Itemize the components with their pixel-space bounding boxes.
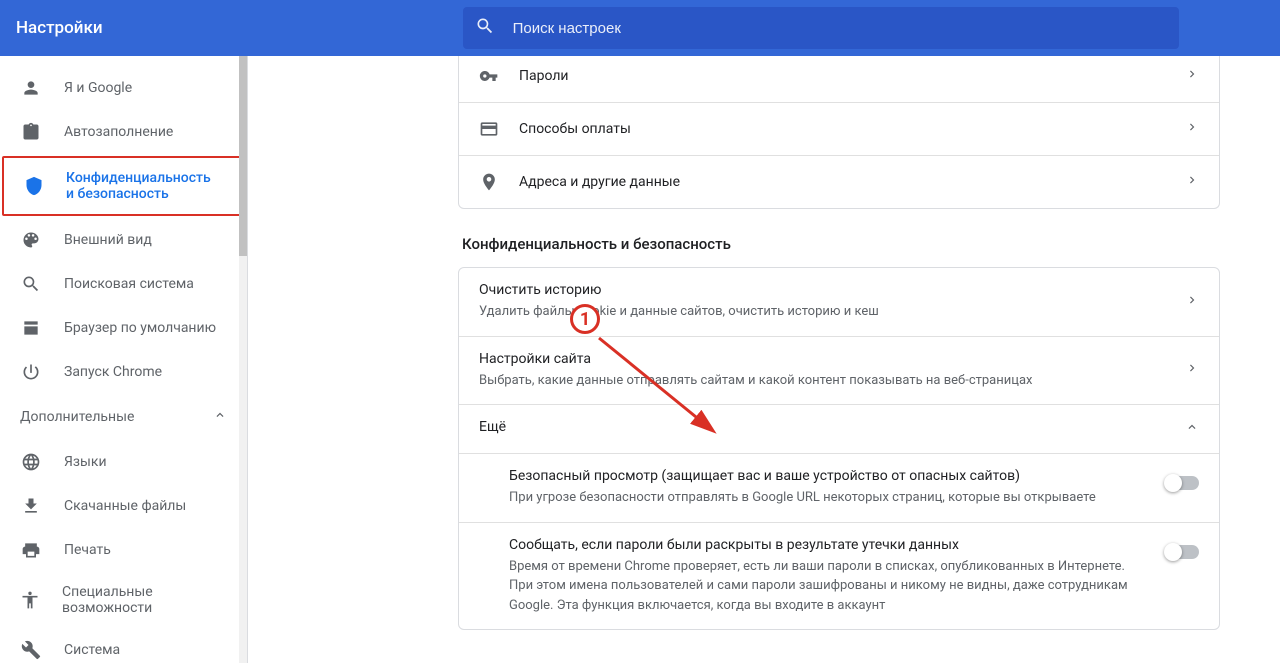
row-label: Способы оплаты bbox=[519, 121, 1185, 137]
sidebar-item-languages[interactable]: Языки bbox=[0, 440, 247, 484]
row-desc: Время от времени Chrome проверяет, есть … bbox=[509, 557, 1145, 616]
annotation-marker-1: 1 bbox=[570, 304, 600, 334]
download-icon bbox=[20, 496, 42, 516]
row-addresses[interactable]: Адреса и другие данные bbox=[459, 156, 1219, 208]
print-icon bbox=[20, 540, 42, 560]
row-title: Безопасный просмотр (защищает вас и ваше… bbox=[509, 468, 1145, 484]
chevron-right-icon bbox=[1185, 361, 1199, 379]
sidebar-advanced-label: Дополнительные bbox=[20, 409, 134, 425]
sidebar-item-label: Скачанные файлы bbox=[64, 498, 186, 514]
row-passwords[interactable]: Пароли bbox=[459, 56, 1219, 103]
sidebar-item-system[interactable]: Система bbox=[0, 628, 247, 663]
autofill-card: Пароли Способы оплаты Адреса и другие да… bbox=[458, 56, 1220, 209]
sidebar-item-label: Конфиденциальность и безопасность bbox=[66, 170, 219, 202]
chevron-right-icon bbox=[1185, 293, 1199, 311]
sidebar: Я и Google Автозаполнение Конфиденциальн… bbox=[0, 56, 248, 663]
privacy-section-title: Конфиденциальность и безопасность bbox=[462, 235, 1220, 253]
location-icon bbox=[479, 172, 519, 192]
sidebar-item-label: Поисковая система bbox=[64, 276, 194, 292]
wrench-icon bbox=[20, 640, 42, 660]
row-title: Настройки сайта bbox=[479, 351, 1185, 367]
palette-icon bbox=[20, 230, 42, 250]
clipboard-icon bbox=[20, 122, 42, 142]
sidebar-item-label: Автозаполнение bbox=[64, 124, 173, 140]
chevron-right-icon bbox=[1185, 67, 1199, 85]
main-content: Пароли Способы оплаты Адреса и другие да… bbox=[248, 56, 1280, 663]
credit-card-icon bbox=[479, 119, 519, 139]
globe-icon bbox=[20, 452, 42, 472]
sidebar-item-label: Браузер по умолчанию bbox=[64, 320, 216, 336]
sidebar-item-default-browser[interactable]: Браузер по умолчанию bbox=[0, 306, 247, 350]
row-safe-browsing: Безопасный просмотр (защищает вас и ваше… bbox=[459, 454, 1219, 523]
accessibility-icon bbox=[20, 590, 40, 610]
sidebar-item-search-engine[interactable]: Поисковая система bbox=[0, 262, 247, 306]
row-title: Очистить историю bbox=[479, 282, 1185, 298]
sidebar-item-you-and-google[interactable]: Я и Google bbox=[0, 66, 247, 110]
row-title: Ещё bbox=[479, 419, 1185, 435]
row-payment-methods[interactable]: Способы оплаты bbox=[459, 103, 1219, 156]
row-more-toggle[interactable]: Ещё bbox=[459, 405, 1219, 454]
sidebar-item-accessibility[interactable]: Специальные возможности bbox=[0, 572, 247, 628]
row-label: Пароли bbox=[519, 68, 1185, 84]
search-input[interactable] bbox=[513, 20, 1167, 37]
chevron-right-icon bbox=[1185, 120, 1199, 138]
row-title: Сообщать, если пароли были раскрыты в ре… bbox=[509, 537, 1145, 553]
sidebar-item-label: Система bbox=[64, 642, 120, 658]
row-password-leak-detection: Сообщать, если пароли были раскрыты в ре… bbox=[459, 523, 1219, 630]
sidebar-item-label: Я и Google bbox=[64, 80, 132, 96]
sidebar-item-on-startup[interactable]: Запуск Chrome bbox=[0, 350, 247, 394]
sidebar-item-printing[interactable]: Печать bbox=[0, 528, 247, 572]
browser-icon bbox=[20, 318, 42, 338]
chevron-up-icon bbox=[1185, 420, 1199, 438]
person-icon bbox=[20, 78, 42, 98]
chevron-right-icon bbox=[1185, 173, 1199, 191]
sidebar-item-autofill[interactable]: Автозаполнение bbox=[0, 110, 247, 154]
search-icon bbox=[475, 16, 495, 40]
sidebar-item-label: Внешний вид bbox=[64, 232, 152, 248]
row-desc: При угрозе безопасности отправлять в Goo… bbox=[509, 488, 1145, 508]
search-field-wrap[interactable] bbox=[463, 7, 1179, 49]
shield-icon bbox=[24, 176, 44, 196]
sidebar-item-label: Специальные возможности bbox=[62, 584, 227, 616]
header: Настройки bbox=[0, 0, 1280, 56]
power-icon bbox=[20, 362, 42, 382]
sidebar-item-privacy-security[interactable]: Конфиденциальность и безопасность bbox=[2, 156, 241, 216]
row-desc: Выбрать, какие данные отправлять сайтам … bbox=[479, 371, 1185, 391]
sidebar-item-appearance[interactable]: Внешний вид bbox=[0, 218, 247, 262]
sidebar-item-label: Запуск Chrome bbox=[64, 364, 162, 380]
sidebar-advanced-toggle[interactable]: Дополнительные bbox=[0, 394, 247, 440]
chevron-up-icon bbox=[213, 408, 227, 426]
sidebar-item-label: Печать bbox=[64, 542, 111, 558]
page-title: Настройки bbox=[16, 18, 103, 38]
key-icon bbox=[479, 66, 519, 86]
scrollbar-thumb[interactable] bbox=[239, 56, 247, 256]
search-icon bbox=[20, 274, 42, 294]
row-site-settings[interactable]: Настройки сайта Выбрать, какие данные от… bbox=[459, 337, 1219, 406]
password-leak-toggle[interactable] bbox=[1165, 545, 1199, 559]
sidebar-item-downloads[interactable]: Скачанные файлы bbox=[0, 484, 247, 528]
safe-browsing-toggle[interactable] bbox=[1165, 476, 1199, 490]
sidebar-item-label: Языки bbox=[64, 454, 107, 470]
row-label: Адреса и другие данные bbox=[519, 174, 1185, 190]
